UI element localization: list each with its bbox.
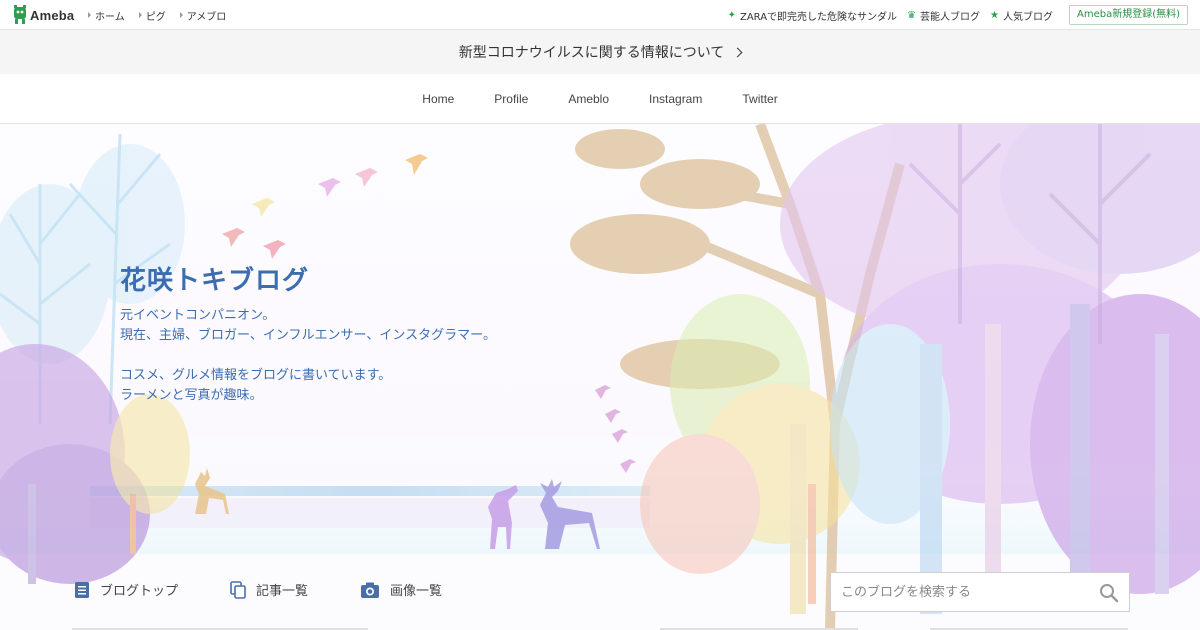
description-line: ラーメンと写真が趣味。 <box>120 388 263 403</box>
trend-link-label: ZARAで即完売した危険なサンダル <box>739 11 898 23</box>
covid-notice-bar[interactable]: 新型コロナウイルスに関する情報について <box>0 30 1200 74</box>
description-line: 元イベントコンパニオン。 <box>120 308 276 323</box>
triangle-right-icon <box>88 12 91 18</box>
blog-nav-home[interactable]: Home <box>422 92 454 106</box>
popular-blog-link[interactable]: ★ 人気ブログ <box>990 8 1053 23</box>
description-line <box>120 346 496 366</box>
logo-text: Ameba <box>30 7 75 23</box>
global-nav-label: ピグ <box>145 11 166 23</box>
camera-icon <box>361 582 380 598</box>
image-list-label: 画像一覧 <box>390 584 443 599</box>
global-nav-home[interactable]: ホーム <box>88 8 125 23</box>
global-nav-label: ホーム <box>95 11 125 23</box>
blog-nav-instagram[interactable]: Instagram <box>649 92 702 106</box>
global-nav: ホーム ピグ アメブロ <box>88 0 240 30</box>
global-nav-label: アメブロ <box>186 11 227 23</box>
image-list-link[interactable]: 画像一覧 <box>360 580 442 599</box>
sparkle-icon: ✦ <box>727 9 736 21</box>
blog-nav-profile[interactable]: Profile <box>494 92 528 106</box>
blog-search-input[interactable] <box>831 573 1101 611</box>
copy-icon <box>230 580 246 599</box>
star-icon: ★ <box>990 9 999 21</box>
global-nav-pigg[interactable]: ピグ <box>138 8 166 23</box>
global-nav-ameblo[interactable]: アメブロ <box>179 8 227 23</box>
celebrity-blog-link[interactable]: ♛ 芸能人ブログ <box>907 8 980 23</box>
blog-title[interactable]: 花咲トキブログ <box>120 260 309 297</box>
notice-text: 新型コロナウイルスに関する情報について <box>458 45 725 61</box>
ameba-mascot-icon <box>14 5 26 24</box>
blog-top-label: ブログトップ <box>100 584 179 599</box>
triangle-right-icon <box>138 12 142 18</box>
register-button[interactable]: Ameba新規登録(無料) <box>1068 5 1188 25</box>
search-icon[interactable] <box>1099 583 1119 603</box>
chevron-right-icon <box>732 47 743 57</box>
celebrity-blog-label: 芸能人ブログ <box>920 11 981 23</box>
entry-list-link[interactable]: 記事一覧 <box>230 580 308 599</box>
blog-menu: ブログトップ 記事一覧 画像一覧 <box>74 580 494 599</box>
blog-top-link[interactable]: ブログトップ <box>74 580 178 599</box>
global-right-links: ✦ ZARAで即完売した危険なサンダル ♛ 芸能人ブログ ★ 人気ブログ Ameba新… <box>718 0 1188 30</box>
description-line: コスメ、グルメ情報をブログに書いています。 <box>120 368 392 383</box>
description-line: 現在、主婦、ブロガー、インフルエンサー、インスタグラマー。 <box>120 328 496 343</box>
triangle-right-icon <box>179 12 183 18</box>
ameba-logo[interactable]: Ameba <box>12 5 74 25</box>
blog-header-image: 花咲トキブログ 元イベントコンパニオン。 現在、主婦、ブロガー、インフルエンサー… <box>0 124 1200 630</box>
global-header: Ameba ホーム ピグ アメブロ ✦ ZARAで即完売した危険なサンダル ♛ 芸能… <box>0 0 1200 30</box>
trend-link[interactable]: ✦ ZARAで即完売した危険なサンダル <box>728 8 897 23</box>
blog-nav: Home Profile Ameblo Instagram Twitter <box>0 74 1200 124</box>
popular-blog-label: 人気ブログ <box>1002 11 1053 23</box>
blog-description: 元イベントコンパニオン。 現在、主婦、ブロガー、インフルエンサー、インスタグラマ… <box>120 306 496 406</box>
blog-nav-twitter[interactable]: Twitter <box>742 92 777 106</box>
document-icon <box>75 581 89 598</box>
entry-list-label: 記事一覧 <box>256 584 309 599</box>
blog-nav-ameblo[interactable]: Ameblo <box>568 92 609 106</box>
crown-icon: ♛ <box>907 9 917 21</box>
blog-search-box <box>830 572 1130 612</box>
